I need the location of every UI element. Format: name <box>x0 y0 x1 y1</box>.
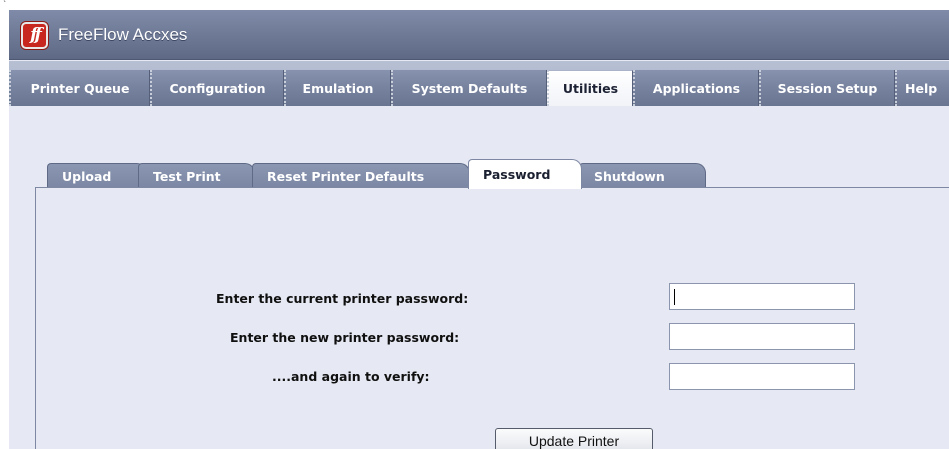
corner-mark: ` <box>3 0 7 9</box>
password-panel <box>35 187 949 449</box>
tab-emulation[interactable]: Emulation <box>284 70 391 106</box>
tab-session-setup[interactable]: Session Setup <box>759 70 895 106</box>
app-window: ff FreeFlow Accxes Printer Queue Configu… <box>9 10 949 449</box>
subtab-upload[interactable]: Upload <box>47 163 147 188</box>
subtab-shutdown[interactable]: Shutdown <box>579 163 706 188</box>
tab-help[interactable]: Help <box>895 70 949 106</box>
app-title: FreeFlow Accxes <box>58 25 188 44</box>
tab-utilities[interactable]: Utilities <box>547 70 633 106</box>
utilities-subtabs: Upload Test Print Reset Printer Defaults… <box>47 159 747 189</box>
tab-printer-queue[interactable]: Printer Queue <box>9 70 150 106</box>
text-caret <box>674 289 675 305</box>
subtab-test-print[interactable]: Test Print <box>138 163 255 188</box>
title-bar: ff FreeFlow Accxes <box>9 10 949 60</box>
tab-system-defaults[interactable]: System Defaults <box>391 70 547 106</box>
current-password-field[interactable] <box>669 283 855 310</box>
verify-password-label: ....and again to verify: <box>272 369 430 384</box>
new-password-label: Enter the new printer password: <box>230 330 460 345</box>
new-password-field[interactable] <box>669 323 855 350</box>
subtab-password[interactable]: Password <box>468 159 582 189</box>
subtab-reset-printer-defaults[interactable]: Reset Printer Defaults <box>252 163 470 188</box>
tab-applications[interactable]: Applications <box>633 70 759 106</box>
main-menu: Printer Queue Configuration Emulation Sy… <box>9 61 949 106</box>
tab-configuration[interactable]: Configuration <box>150 70 284 106</box>
freeflow-logo-icon: ff <box>21 22 48 49</box>
content-area: Upload Test Print Reset Printer Defaults… <box>9 107 949 449</box>
current-password-label: Enter the current printer password: <box>216 291 469 306</box>
update-printer-button[interactable]: Update Printer <box>495 428 653 449</box>
verify-password-field[interactable] <box>669 363 855 390</box>
